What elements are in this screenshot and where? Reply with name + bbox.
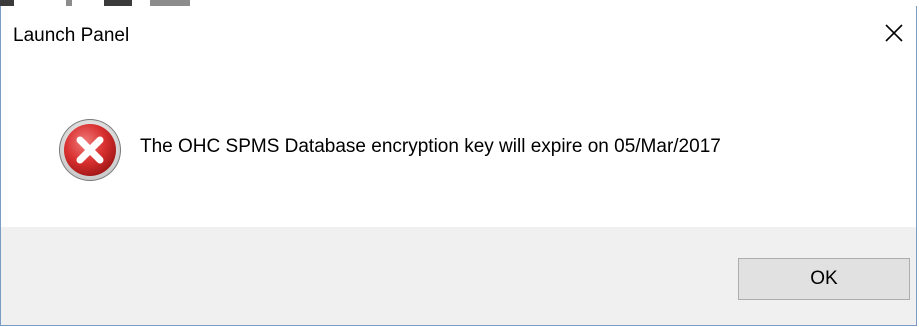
message-text: The OHC SPMS Database encryption key wil… xyxy=(140,136,721,157)
error-icon xyxy=(59,119,121,181)
window-title: Launch Panel xyxy=(13,25,130,46)
ok-button[interactable]: OK xyxy=(738,258,910,300)
button-bar: OK xyxy=(1,227,916,325)
dialog-content: The OHC SPMS Database encryption key wil… xyxy=(1,64,916,227)
title-bar[interactable]: Launch Panel xyxy=(1,6,916,64)
close-icon xyxy=(885,24,903,42)
message-dialog: Launch Panel The OHC SPMS Database encry… xyxy=(0,6,917,326)
close-button[interactable] xyxy=(870,6,916,64)
